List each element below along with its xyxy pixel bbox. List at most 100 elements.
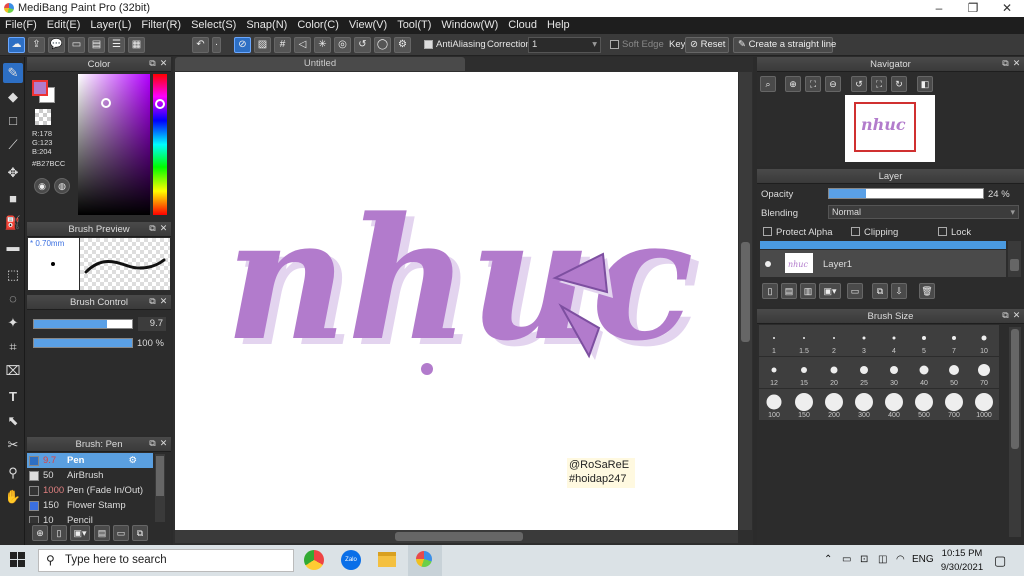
float-icon[interactable]: ⧉: [1001, 311, 1010, 320]
circle-snap-icon[interactable]: ◯: [374, 37, 391, 53]
brush-list-item[interactable]: 1000 Pen (Fade In/Out): [27, 483, 153, 498]
lasso-tool-icon[interactable]: ◌: [3, 289, 23, 309]
brush-size-option[interactable]: 70: [969, 357, 999, 388]
saturation-value-picker[interactable]: [78, 74, 150, 215]
minimize-button[interactable]: –: [922, 0, 956, 17]
wifi-icon[interactable]: ◠: [896, 554, 905, 565]
comment-icon[interactable]: 💬: [48, 37, 65, 53]
select-rect-icon[interactable]: ⬚: [3, 265, 23, 285]
layer-scrollbar[interactable]: [1008, 241, 1021, 277]
menu-window[interactable]: Window(W): [436, 17, 503, 34]
brush-size-option[interactable]: 15: [789, 357, 819, 388]
float-icon[interactable]: ⧉: [148, 59, 157, 68]
grid-icon[interactable]: ▦: [128, 37, 145, 53]
brush-size-option[interactable]: 20: [819, 357, 849, 388]
menu-cloud[interactable]: Cloud: [503, 17, 542, 34]
close-icon[interactable]: ✕: [159, 59, 168, 68]
eraser-tool-icon[interactable]: ◆: [3, 87, 23, 107]
brush-list-item[interactable]: 50 AirBrush: [27, 468, 153, 483]
chevron-up-icon[interactable]: ⌃: [824, 554, 832, 565]
float-icon[interactable]: ⧉: [148, 439, 157, 448]
layer-row[interactable]: nhuc Layer1: [760, 250, 1006, 277]
brush-size-option[interactable]: 4: [879, 325, 909, 356]
brush-settings-icon[interactable]: ⚙: [128, 453, 137, 468]
list-icon[interactable]: ☰: [108, 37, 125, 53]
operation-tool-icon[interactable]: ⬉: [3, 411, 23, 431]
canvas-horizontal-scrollbar[interactable]: [175, 530, 738, 543]
bucket-tool-icon[interactable]: ⛽: [3, 213, 23, 233]
fit-window-icon[interactable]: ⛶: [871, 76, 887, 92]
move-tool-icon[interactable]: ✥: [3, 163, 23, 183]
brush-size-option[interactable]: 30: [879, 357, 909, 388]
zoom-out-icon[interactable]: ⊖: [825, 76, 841, 92]
page-icon[interactable]: ▤: [88, 37, 105, 53]
brush-list-item[interactable]: 9.7 Pen ⚙: [27, 453, 153, 468]
float-icon[interactable]: ⧉: [1001, 59, 1010, 68]
brush-size-option[interactable]: 500: [909, 389, 939, 420]
chat-icon[interactable]: ▭: [68, 37, 85, 53]
brush-size-option[interactable]: 7: [939, 325, 969, 356]
magic-wand-icon[interactable]: ✦: [3, 313, 23, 333]
brush-size-value[interactable]: 9.7: [138, 317, 166, 331]
brush-size-option[interactable]: 2: [819, 325, 849, 356]
close-icon[interactable]: ✕: [159, 224, 168, 233]
brush-list-item[interactable]: 150 Flower Stamp: [27, 498, 153, 513]
lock-checkbox[interactable]: [938, 227, 947, 236]
brush-tool-icon[interactable]: ✎: [3, 63, 23, 83]
brush-size-scrollbar[interactable]: [1009, 327, 1021, 537]
straight-line-button[interactable]: ✎ Create a straight line: [733, 37, 836, 53]
brush-size-option[interactable]: 5: [909, 325, 939, 356]
reset-button[interactable]: ⊘ Reset: [685, 37, 729, 53]
zoom-actual-icon[interactable]: ⛶: [805, 76, 821, 92]
new-brush-icon[interactable]: ▯: [51, 525, 67, 541]
brush-list-scrollbar[interactable]: [155, 454, 165, 522]
zoom-in-icon[interactable]: ⊕: [785, 76, 801, 92]
blending-select[interactable]: Normal ▾: [828, 205, 1019, 219]
hand-tool-icon[interactable]: ✋: [3, 487, 23, 507]
canvas-vertical-scrollbar[interactable]: [739, 72, 752, 530]
brush-list-item[interactable]: 10 Pencil: [27, 513, 153, 523]
layer-folder-icon[interactable]: ▭: [847, 283, 863, 299]
brush-size-option[interactable]: 1: [759, 325, 789, 356]
parallel-snap-icon[interactable]: ▨: [254, 37, 271, 53]
menu-select[interactable]: Select(S): [186, 17, 241, 34]
curve-snap-icon[interactable]: ↺: [354, 37, 371, 53]
brush-size-option[interactable]: 700: [939, 389, 969, 420]
divide-tool-icon[interactable]: ✂: [3, 435, 23, 455]
menu-view[interactable]: View(V): [344, 17, 392, 34]
palette-icon[interactable]: ◉: [34, 178, 50, 194]
radial-snap-icon[interactable]: ✳: [314, 37, 331, 53]
brush-copy-icon[interactable]: ⧉: [132, 525, 148, 541]
menu-filter[interactable]: Filter(R): [136, 17, 186, 34]
snap-off-icon[interactable]: ⊘: [234, 37, 251, 53]
brush-size-option[interactable]: 300: [849, 389, 879, 420]
close-icon[interactable]: ✕: [1012, 59, 1021, 68]
artwork[interactable]: nhuc nhuc: [175, 72, 738, 530]
language-indicator[interactable]: ENG: [912, 554, 934, 565]
zoom-fit-icon[interactable]: ⌕: [760, 76, 776, 92]
hue-cursor[interactable]: [155, 99, 165, 109]
canvas[interactable]: nhuc nhuc @RoSaReE #hoidap247: [175, 72, 738, 530]
close-button[interactable]: ✕: [990, 0, 1024, 17]
antialiasing-checkbox[interactable]: [424, 40, 433, 49]
medibang-taskbar-button[interactable]: [408, 545, 442, 576]
display-icon[interactable]: ◫: [878, 554, 887, 565]
gradient-tool-icon[interactable]: ▬: [3, 237, 23, 257]
perspective-snap-icon[interactable]: ◁: [294, 37, 311, 53]
add-brush-icon[interactable]: ⊕: [32, 525, 48, 541]
snap-settings-icon[interactable]: ⚙: [394, 37, 411, 53]
file-explorer-icon[interactable]: [378, 552, 396, 567]
close-icon[interactable]: ✕: [159, 297, 168, 306]
clipping-checkbox[interactable]: [851, 227, 860, 236]
brush-size-slider[interactable]: [33, 319, 133, 329]
layer-menu-icon[interactable]: ▣▾: [819, 283, 841, 299]
brush-size-option[interactable]: 1000: [969, 389, 999, 420]
palette-settings-icon[interactable]: ◍: [54, 178, 70, 194]
share-icon[interactable]: ⇪: [28, 37, 45, 53]
brush-opacity-slider[interactable]: [33, 338, 133, 348]
text-tool-icon[interactable]: T: [3, 387, 23, 407]
float-icon[interactable]: ⧉: [148, 224, 157, 233]
brush-size-option[interactable]: 40: [909, 357, 939, 388]
cloud-icon[interactable]: ☁: [8, 37, 25, 53]
maximize-button[interactable]: ❐: [956, 0, 990, 17]
